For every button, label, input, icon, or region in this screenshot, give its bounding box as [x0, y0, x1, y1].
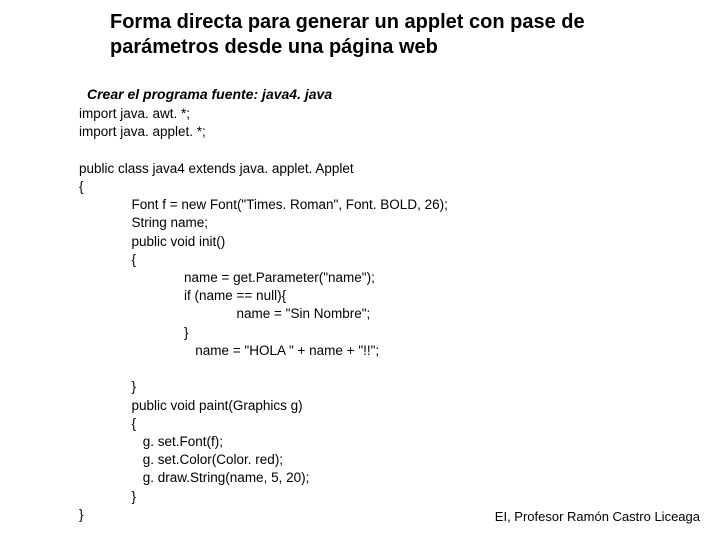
code-block: import java. awt. *; import java. applet…: [79, 105, 448, 524]
slide-subtitle: Crear el programa fuente: java4. java: [87, 86, 332, 102]
footer-credit: EI, Profesor Ramón Castro Liceaga: [495, 509, 700, 524]
slide-title: Forma directa para generar un applet con…: [110, 10, 670, 60]
